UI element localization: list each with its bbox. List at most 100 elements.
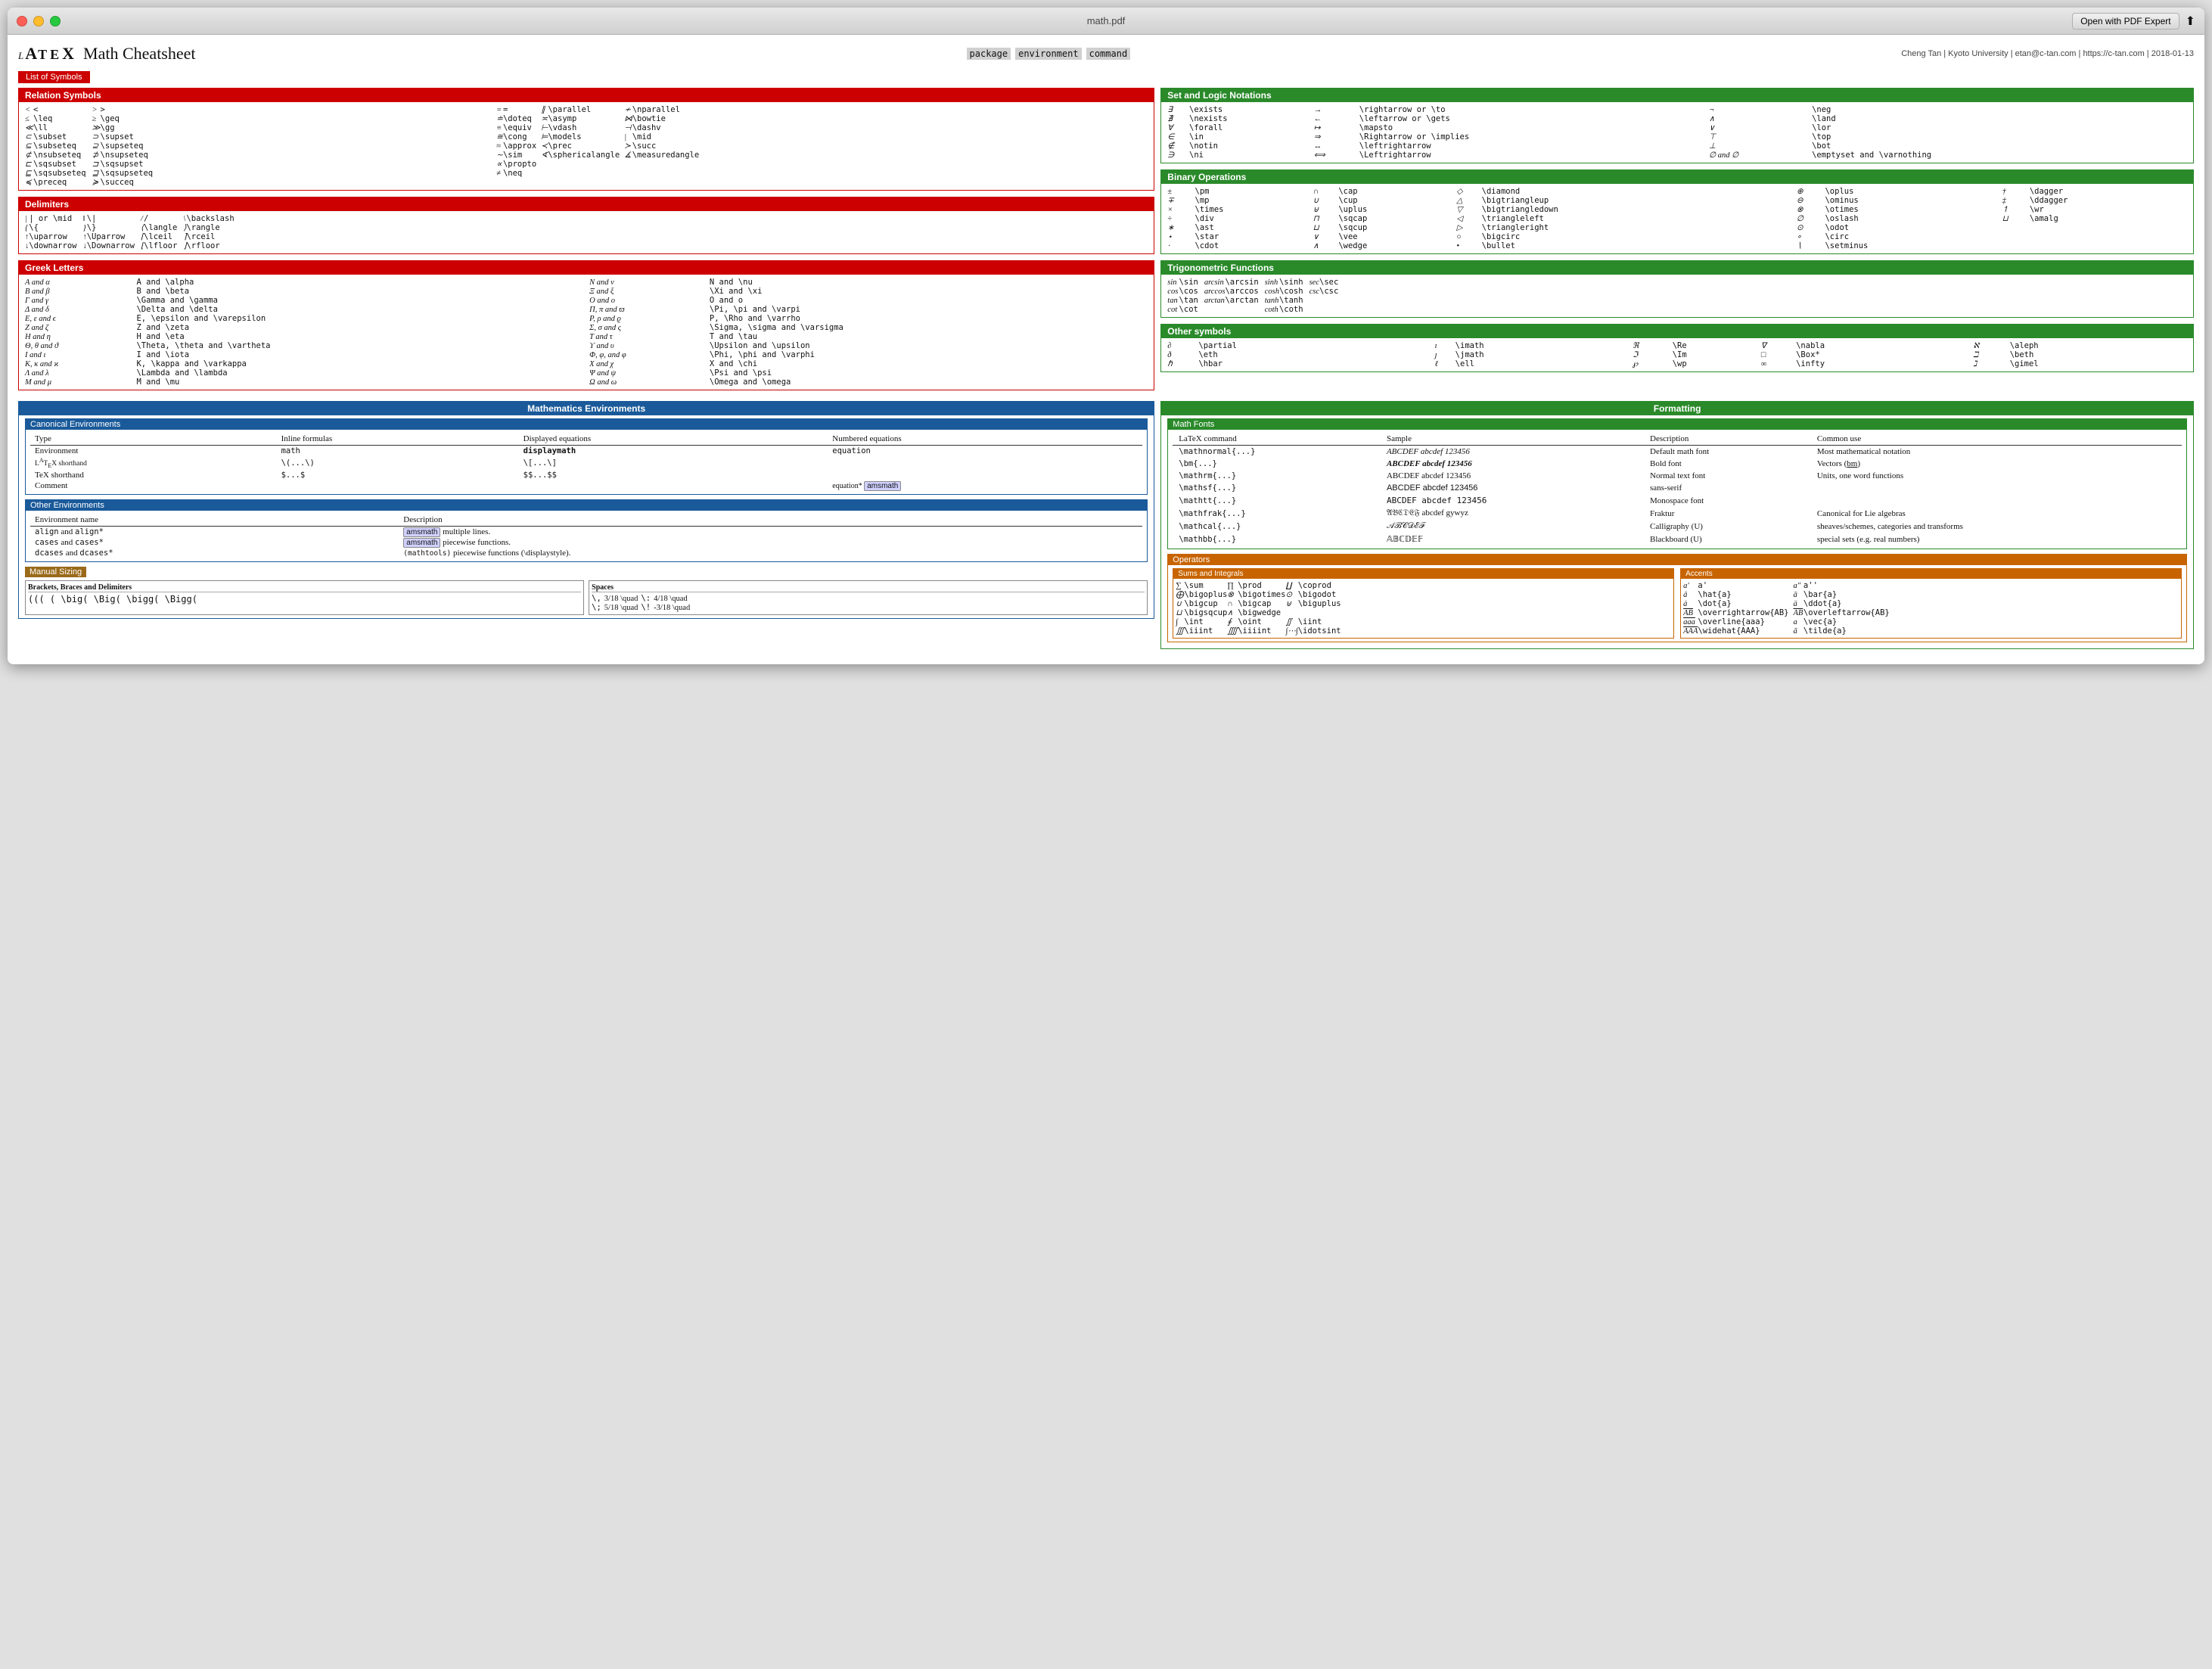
table-row: ⨁\bigoplus ⊗\bigotimes ⊙\bigodot xyxy=(1176,590,1341,599)
accents-header: Accents xyxy=(1681,569,2181,579)
table-row: \mathtt{...} ABCDEF abcdef 123456 Monosp… xyxy=(1173,494,2182,507)
other-envs-header: Other Environments xyxy=(26,500,1147,511)
table-row: dcases and dcases* (mathtools) piecewise… xyxy=(30,548,1142,558)
other-symbols-header: Other symbols xyxy=(1161,325,2193,338)
command-tag: command xyxy=(1086,48,1131,60)
col-numbered: Numbered equations xyxy=(828,433,1142,446)
table-row: ⊔\bigsqcup ∧\bigwedge xyxy=(1176,608,1341,617)
page-header: L A T E X Math Cheatsheet package enviro… xyxy=(18,44,2194,64)
titlebar: math.pdf Open with PDF Expert ⬆ xyxy=(8,8,2204,35)
other-symbols-content: ∂\partial ı\imath ℜ\Re ∇\nabla ℵ\aleph ð… xyxy=(1161,338,2193,371)
left-column: Relation Symbols <<>> ≤\leq≥\geq ≪\ll≫\g… xyxy=(18,88,1154,396)
table-row: â\hat{a} ā\bar{a} xyxy=(1683,590,1890,599)
accents-table: a′a' a″a'' â\hat{a} ā\bar{a} xyxy=(1683,581,1890,636)
formatting-content: Math Fonts LaTeX command Sample Descript… xyxy=(1161,415,2193,648)
table-row: \mathbb{...} 𝔸𝔹ℂ𝔻𝔼𝔽 Blackboard (U) speci… xyxy=(1173,533,2182,545)
table-row: align and align* amsmath multiple lines. xyxy=(30,527,1142,538)
formatting-column: Formatting Math Fonts LaTeX command xyxy=(1160,401,2194,655)
table-row: AB\overrightarrow{AB} AB\overleftarrow{A… xyxy=(1683,608,1890,617)
table-row: TeX shorthand $...$ $$...$$ xyxy=(30,470,1142,480)
canonical-envs-box: Canonical Environments Type Inline formu… xyxy=(25,418,1148,495)
table-row: cases and cases* amsmath piecewise funct… xyxy=(30,537,1142,548)
manual-sizing-section: Manual Sizing Brackets, Braces and Delim… xyxy=(25,567,1148,615)
math-fonts-header: Math Fonts xyxy=(1168,419,2186,430)
math-envs-column: Mathematics Environments Canonical Envir… xyxy=(18,401,1154,655)
delimiters-section: Delimiters || or \mid‖\| {\{}\} ↑\uparro… xyxy=(18,197,1154,254)
formatting-tab: Formatting xyxy=(1161,402,2193,415)
set-logic-content: ∃\exists →\rightarrow or \to ¬\neg ∄\nex… xyxy=(1161,102,2193,163)
pdf-content: L A T E X Math Cheatsheet package enviro… xyxy=(8,35,2204,664)
binary-ops-content: ±\pm ∩\cap ◇\diamond ⊕\oplus †\dagger ∓\… xyxy=(1161,184,2193,253)
table-row: ∪\bigcup ∩\bigcap ⊎\biguplus xyxy=(1176,599,1341,608)
spaces-box: Spaces \,3/18 \quad \:4/18 \quad \;5/18 … xyxy=(589,580,1148,615)
brackets-content: ((( ( \big( \Big( \bigg( \Bigg( xyxy=(28,594,581,605)
table-row: ∑\sum ∏\prod ∐\coprod xyxy=(1176,581,1341,590)
relation-symbols-section: Relation Symbols <<>> ≤\leq≥\geq ≪\ll≫\g… xyxy=(18,88,1154,191)
table-row: ∫\int ∮\oint ∬\iint xyxy=(1176,617,1341,626)
table-row: ȧ\dot{a} ä\ddot{a} xyxy=(1683,599,1890,608)
manual-sizing-header: Manual Sizing xyxy=(25,567,86,577)
greek-letters-content: A and αA and \alpha B and βB and \beta Γ… xyxy=(19,275,1154,390)
table-row: \mathnormal{...} ABCDEF abcdef 123456 De… xyxy=(1173,446,2182,458)
binary-ops-section: Binary Operations ±\pm ∩\cap ◇\diamond ⊕… xyxy=(1160,169,2194,254)
minimize-button[interactable] xyxy=(33,16,44,26)
open-with-button[interactable]: Open with PDF Expert xyxy=(2072,13,2179,30)
maximize-button[interactable] xyxy=(50,16,61,26)
sums-header: Sums and Integrals xyxy=(1173,569,1673,579)
sums-table: ∑\sum ∏\prod ∐\coprod ⨁\bigoplus ⊗\bigot… xyxy=(1176,581,1341,636)
table-row: AAA\widehat{AAA} ã\tilde{a} xyxy=(1683,626,1890,636)
page-title: Math Cheatsheet xyxy=(83,44,195,64)
trig-header: Trigonometric Functions xyxy=(1161,261,2193,275)
table-row: \mathsf{...} ABCDEF abcdef 123456 sans-s… xyxy=(1173,482,2182,494)
col-inline: Inline formulas xyxy=(277,433,519,446)
canonical-envs-table: Type Inline formulas Displayed equations… xyxy=(30,433,1142,491)
right-column: Set and Logic Notations ∃\exists →\right… xyxy=(1160,88,2194,396)
accents-box: Accents a′a' a″a'' xyxy=(1680,568,2182,639)
titlebar-actions: Open with PDF Expert ⬆ xyxy=(2072,13,2195,30)
table-row: aaa\overline{aaa} a⃗\vec{a} xyxy=(1683,617,1890,626)
brackets-box: Brackets, Braces and Delimiters ((( ( \b… xyxy=(25,580,584,615)
table-row: a′a' a″a'' xyxy=(1683,581,1890,590)
table-row: ∭\iiint ⨌\iiiint ∫⋯∫\idotsint xyxy=(1176,626,1341,636)
math-envs-tab: Mathematics Environments xyxy=(19,402,1154,415)
other-symbols-section: Other symbols ∂\partial ı\imath ℜ\Re ∇\n… xyxy=(1160,324,2194,372)
binary-ops-header: Binary Operations xyxy=(1161,170,2193,184)
table-row: \bm{...} ABCDEF abcdef 123456 Bold font … xyxy=(1173,458,2182,470)
list-of-symbols-banner: List of Symbols xyxy=(18,71,90,83)
bottom-row: Mathematics Environments Canonical Envir… xyxy=(18,401,2194,655)
math-envs-content: Canonical Environments Type Inline formu… xyxy=(19,415,1154,618)
table-row: \,3/18 \quad \:4/18 \quad xyxy=(592,594,693,603)
math-fonts-table: LaTeX command Sample Description Common … xyxy=(1173,433,2182,545)
table-row: \mathcal{...} 𝒜ℬ𝒞𝒟ℰℱ Calligraphy (U) she… xyxy=(1173,520,2182,533)
set-logic-header: Set and Logic Notations xyxy=(1161,89,2193,102)
share-icon[interactable]: ⬆ xyxy=(2186,14,2195,29)
sums-integrals-box: Sums and Integrals ∑\sum ∏\prod ∐\coprod xyxy=(1173,568,1674,639)
col-type: Type xyxy=(30,433,277,446)
greek-letters-header: Greek Letters xyxy=(19,261,1154,275)
greek-letters-section: Greek Letters A and αA and \alpha B and … xyxy=(18,260,1154,390)
delimiters-content: || or \mid‖\| {\{}\} ↑\uparrow↑\Uparrow … xyxy=(19,211,1154,253)
table-row: \;5/18 \quad \!-3/18 \quad xyxy=(592,603,693,612)
other-envs-box: Other Environments Environment name Desc… xyxy=(25,499,1148,562)
table-row: Environment math displaymath equation xyxy=(30,446,1142,457)
table-row: \mathrm{...} ABCDEF abcdef 123456 Normal… xyxy=(1173,470,2182,482)
relation-symbols-header: Relation Symbols xyxy=(19,89,1154,102)
manual-sizing-content: Brackets, Braces and Delimiters ((( ( \b… xyxy=(25,580,1148,615)
window-title: math.pdf xyxy=(1087,15,1126,26)
close-button[interactable] xyxy=(17,16,27,26)
col-displayed: Displayed equations xyxy=(519,433,828,446)
main-window: math.pdf Open with PDF Expert ⬆ L A T E … xyxy=(8,8,2204,664)
trig-section: Trigonometric Functions sin\sin arcsin\a… xyxy=(1160,260,2194,318)
table-row: Comment equation* amsmath xyxy=(30,480,1142,491)
package-tag: package xyxy=(967,48,1011,60)
canonical-envs-header: Canonical Environments xyxy=(26,419,1147,430)
formatting-section: Formatting Math Fonts LaTeX command xyxy=(1160,401,2194,649)
table-row: \mathfrak{...} 𝔄𝔅ℭ𝔇𝔈𝔉 abcdef gywyz Frakt… xyxy=(1173,507,2182,520)
operators-header: Operators xyxy=(1168,555,2186,565)
math-fonts-box: Math Fonts LaTeX command Sample Descript… xyxy=(1167,418,2187,549)
delimiters-header: Delimiters xyxy=(19,197,1154,211)
other-envs-table: Environment name Description align and a… xyxy=(30,514,1142,558)
set-logic-section: Set and Logic Notations ∃\exists →\right… xyxy=(1160,88,2194,163)
brackets-header: Brackets, Braces and Delimiters xyxy=(28,583,581,592)
operators-box: Operators Sums and Integrals ∑\sum xyxy=(1167,554,2187,642)
